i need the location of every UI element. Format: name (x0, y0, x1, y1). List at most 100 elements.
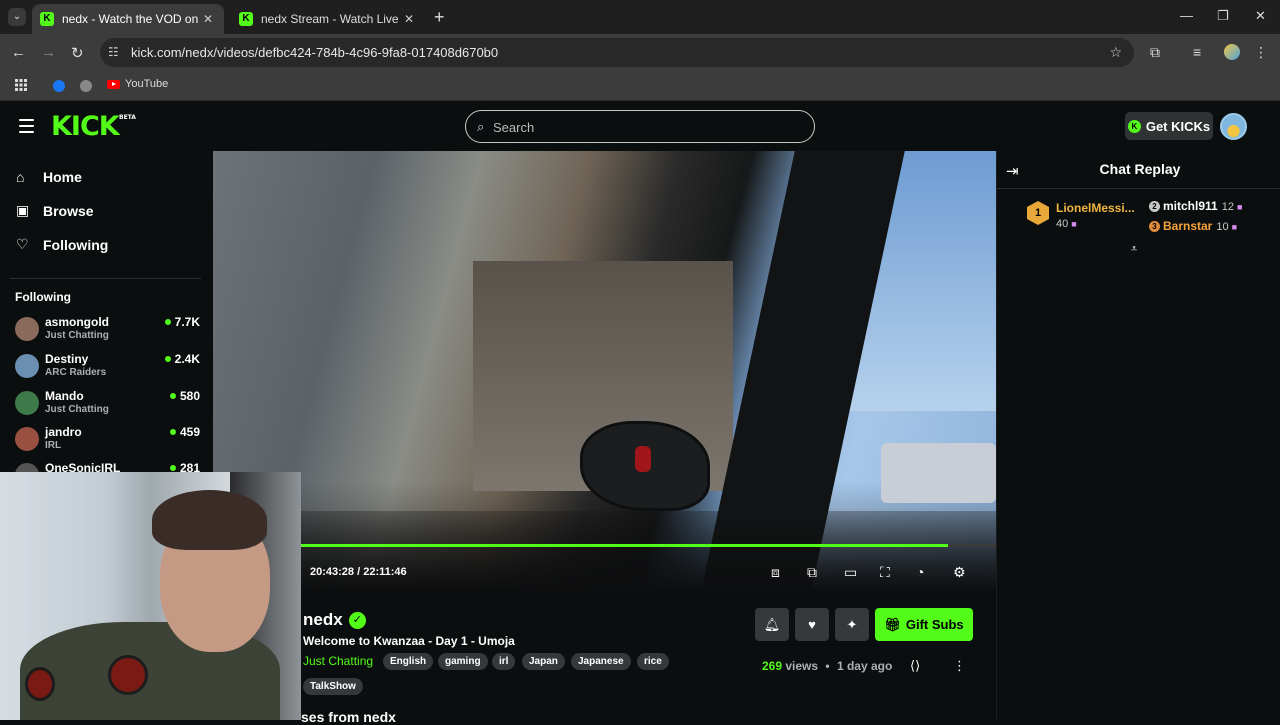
kicks-button[interactable]: ✦ (835, 608, 869, 641)
tag[interactable]: rice (637, 653, 669, 670)
browse-icon: ▣ (16, 202, 30, 218)
menu-icon[interactable]: ⋮ (1254, 44, 1268, 61)
notification-bell-button[interactable]: 🔔︎ (755, 608, 789, 641)
more-from-heading: ses from nedx (301, 709, 396, 725)
followed-channel[interactable]: asmongold Just Chatting 7.7K (15, 312, 200, 348)
browser-tabbar: ⌄ K nedx - Watch the VOD on Kick ✕ K ned… (0, 0, 1280, 34)
seek-bar-fill (301, 544, 949, 547)
gift-icon: ■ (1071, 219, 1077, 229)
kick-favicon-icon: K (40, 12, 54, 26)
rank-2-icon: 2 (1149, 201, 1160, 212)
browser-tab-vod[interactable]: K nedx - Watch the VOD on Kick ✕ (32, 4, 224, 34)
facebook-icon[interactable] (53, 80, 65, 92)
gift-icon: ■ (1236, 202, 1243, 212)
forward-icon[interactable]: → (41, 44, 56, 61)
tag[interactable]: gaming (438, 653, 488, 670)
new-tab-icon[interactable]: + (434, 8, 445, 26)
browser-toolbar: ← → ↻ ☷ kick.com/nedx/videos/defbc424-78… (0, 34, 1280, 72)
close-tab-icon[interactable]: ✕ (200, 12, 216, 26)
tag[interactable]: Japan (522, 653, 565, 670)
heart-icon: ♡ (16, 236, 29, 252)
bookmark-star-icon[interactable]: ☆ (1109, 44, 1122, 61)
top-gifter[interactable]: 1 LionelMessi... 40 ■ (1027, 201, 1147, 235)
gifter-rank-2[interactable]: 2 mitchl911 12 ■ (1149, 199, 1242, 213)
live-dot-icon (164, 356, 171, 362)
time-display: 20:43:28 / 22:11:46 (310, 566, 407, 578)
media-icon[interactable]: ≡ (1193, 44, 1201, 60)
browser-tab-live[interactable]: K nedx Stream - Watch Live on Kick ✕ (231, 4, 425, 34)
apps-icon[interactable] (15, 79, 27, 91)
miniplayer-icon[interactable]: ⧈ (771, 564, 780, 581)
tag[interactable]: irl (492, 653, 516, 670)
maximize-icon[interactable]: ❐ (1217, 8, 1229, 24)
followed-channel[interactable]: Mando Just Chatting 580 (15, 386, 200, 422)
site-info-icon[interactable]: ☷ (108, 45, 119, 59)
followed-channel[interactable]: Destiny ARC Raiders 2.4K (15, 349, 200, 385)
avatar (15, 354, 39, 378)
avatar (15, 317, 39, 341)
close-window-icon[interactable]: ✕ (1255, 8, 1266, 24)
search-icon: ⌕ (477, 119, 485, 134)
fullscreen-icon[interactable]: ⛶ (880, 564, 890, 581)
reload-icon[interactable]: ↻ (71, 44, 84, 62)
address-bar[interactable]: ☷ kick.com/nedx/videos/defbc424-784b-4c9… (100, 38, 1134, 67)
tag[interactable]: English (383, 653, 434, 670)
home-icon: ⌂ (16, 169, 25, 185)
theater-mode-icon[interactable]: ▭ (844, 564, 857, 581)
settings-gear-icon[interactable]: ⚙ (953, 564, 966, 581)
sidebar-item-following[interactable]: ♡ Following (16, 236, 108, 253)
url-text[interactable]: kick.com/nedx/videos/defbc424-784b-4c96-… (131, 45, 498, 60)
jacket-patch (108, 655, 148, 695)
avatar (15, 427, 39, 451)
kick-header: KICK BETA ⌕ K Get KICKs (0, 101, 1280, 151)
search-input[interactable] (493, 118, 793, 136)
chat-divider (997, 188, 1280, 189)
sidebar-item-home[interactable]: ⌂ Home (16, 169, 82, 185)
expand-leaderboard-icon[interactable]: ⩡ (1131, 243, 1137, 256)
extensions-icon[interactable]: ⧉ (1150, 44, 1160, 61)
playback-speed-icon[interactable]: ◔ (916, 564, 924, 580)
share-icon[interactable]: ⟨⟩ (910, 658, 920, 674)
sidebar-item-browse[interactable]: ▣ Browse (16, 202, 94, 219)
search-bar[interactable]: ⌕ (465, 110, 815, 143)
seek-bar[interactable] (301, 544, 996, 547)
kick-favicon-icon: K (239, 12, 253, 26)
video-title: Welcome to Kwanzaa - Day 1 - Umoja (303, 634, 515, 648)
sparkle-icon: ✦ (846, 617, 858, 632)
kicks-coin-icon: K (1127, 119, 1141, 133)
verified-check-icon: ✓ (348, 611, 366, 629)
follow-button[interactable]: ♥ (795, 608, 829, 641)
rank-1-medal-icon: 1 (1027, 201, 1049, 225)
tag[interactable]: TalkShow (303, 678, 363, 695)
user-avatar[interactable] (1220, 113, 1247, 140)
kick-logo[interactable]: KICK BETA (51, 111, 136, 142)
menu-hamburger-icon[interactable] (19, 119, 34, 137)
gift-icon: 🎁︎ (884, 616, 901, 632)
globe-icon[interactable] (80, 80, 92, 92)
gift-subs-button[interactable]: 🎁︎ Gift Subs (875, 608, 973, 641)
chat-title: Chat Replay (1099, 161, 1181, 177)
webcam-overlay (0, 472, 301, 720)
live-dot-icon (169, 465, 176, 471)
close-tab-icon[interactable]: ✕ (401, 12, 417, 26)
live-dot-icon (169, 393, 176, 399)
more-options-icon[interactable]: ⋮ (953, 658, 966, 674)
video-player[interactable]: 20:43:28 / 22:11:46 ⧈ ⧉ ▭ ⛶ ◔ ⚙ (213, 151, 996, 591)
profile-avatar[interactable] (1224, 44, 1240, 60)
tag[interactable]: Japanese (571, 653, 631, 670)
tab-title: nedx - Watch the VOD on Kick (62, 12, 200, 26)
get-kicks-button[interactable]: K Get KICKs (1125, 112, 1213, 140)
clip-icon[interactable]: ⧉ (807, 564, 817, 581)
tab-search-icon[interactable]: ⌄ (8, 8, 26, 26)
gift-icon: ■ (1231, 222, 1238, 232)
minimize-icon[interactable]: — (1180, 8, 1193, 23)
streamer-name[interactable]: nedx ✓ (303, 610, 366, 630)
followed-channel[interactable]: jandro IRL 459 (15, 422, 200, 458)
back-icon[interactable]: ← (11, 44, 26, 61)
bookmark-youtube[interactable]: YouTube (107, 78, 168, 90)
bell-icon: 🔔︎ (763, 617, 781, 632)
category-link[interactable]: Just Chatting (303, 654, 373, 668)
gifter-rank-3[interactable]: 3 Barnstar 10 ■ (1149, 219, 1237, 233)
controls-gradient (213, 511, 996, 591)
viewer-count: 459 (169, 425, 200, 439)
